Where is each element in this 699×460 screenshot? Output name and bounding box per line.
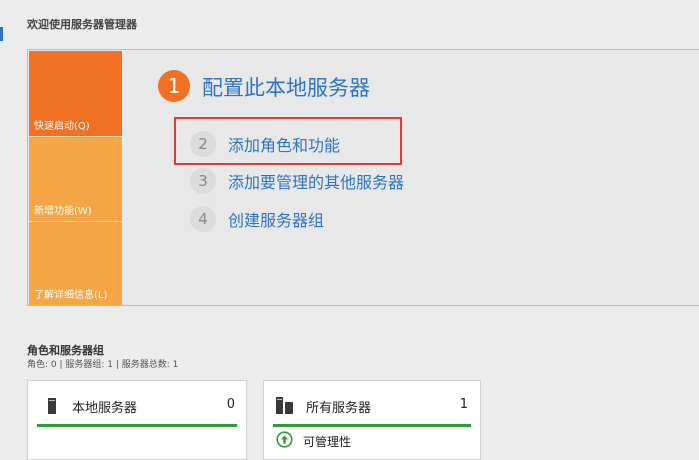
up-arrow-circle-icon: [276, 431, 293, 452]
local-server-count: 0: [226, 397, 235, 412]
tile-quick-start[interactable]: 快速启动(Q): [29, 51, 122, 136]
highlight-box: [174, 117, 402, 165]
configure-local-server-link[interactable]: 配置此本地服务器: [202, 72, 370, 102]
step-4-number: 4: [190, 206, 216, 232]
roles-summary: 角色: 0 | 服务器组: 1 | 服务器总数: 1: [27, 360, 179, 370]
tile-quick-start-label: 快速启动(Q): [34, 121, 90, 132]
step-1-number: 1: [158, 70, 190, 102]
servers-icon: [276, 397, 294, 418]
left-accent-bar: [0, 27, 3, 41]
local-server-card[interactable]: 本地服务器 0: [27, 380, 247, 460]
local-server-title: 本地服务器: [72, 401, 138, 416]
welcome-title: 欢迎使用服务器管理器: [27, 18, 137, 31]
all-servers-title: 所有服务器: [306, 401, 372, 416]
add-other-servers-link[interactable]: 添加要管理的其他服务器: [228, 169, 404, 193]
create-server-group-link[interactable]: 创建服务器组: [228, 207, 324, 231]
all-servers-card[interactable]: 所有服务器 1 可管理性: [263, 380, 481, 460]
manageability-row[interactable]: 可管理性: [276, 431, 351, 452]
roles-section-title: 角色和服务器组: [27, 344, 104, 357]
tile-learn-more-label: 了解详细信息(L): [34, 290, 108, 301]
tile-whats-new-label: 新增功能(W): [34, 206, 92, 217]
tile-whats-new[interactable]: 新增功能(W): [29, 137, 122, 221]
all-servers-status-bar: [273, 424, 471, 427]
tile-learn-more[interactable]: 了解详细信息(L): [29, 222, 122, 305]
local-server-status-bar: [37, 424, 237, 427]
server-icon: [48, 398, 56, 418]
step-add-servers[interactable]: 3 添加要管理的其他服务器: [190, 168, 404, 194]
all-servers-count: 1: [459, 397, 468, 412]
manageability-label: 可管理性: [303, 435, 352, 449]
step-create-group[interactable]: 4 创建服务器组: [190, 206, 324, 232]
step-3-number: 3: [190, 168, 216, 194]
